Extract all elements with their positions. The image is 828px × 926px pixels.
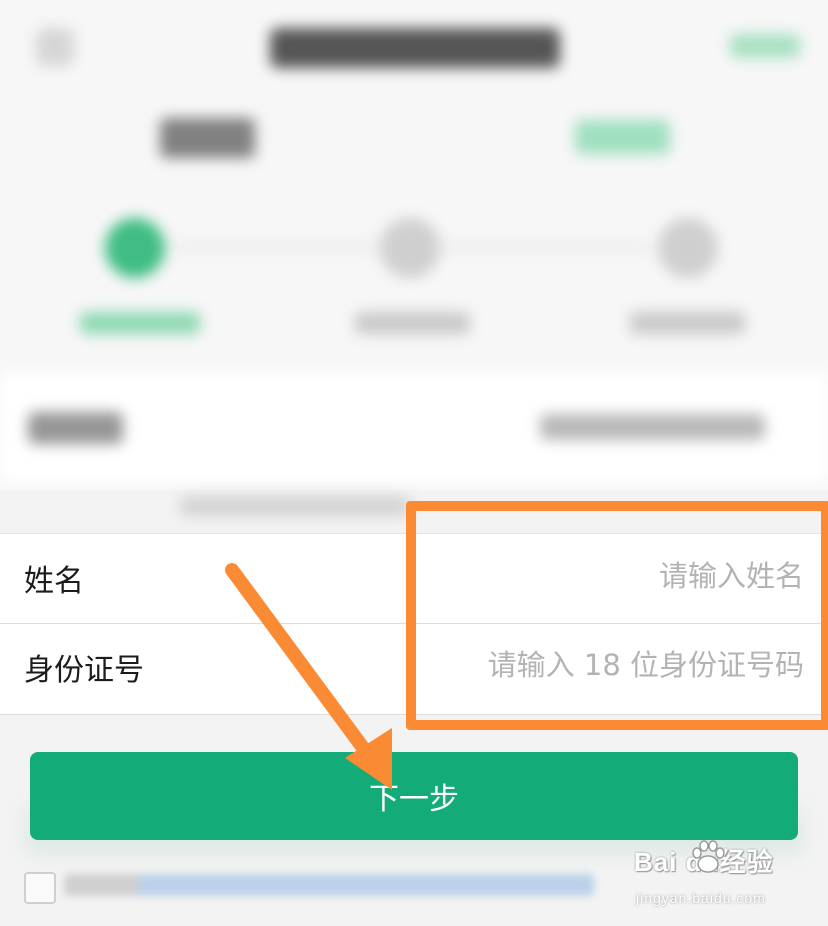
annotation-arrow-icon bbox=[225, 563, 392, 790]
watermark-url: jingyan.baidu.com bbox=[636, 890, 766, 906]
paw-icon bbox=[692, 840, 725, 873]
baidu-watermark: Bai du经验 jingyan.baidu.com bbox=[632, 836, 812, 916]
